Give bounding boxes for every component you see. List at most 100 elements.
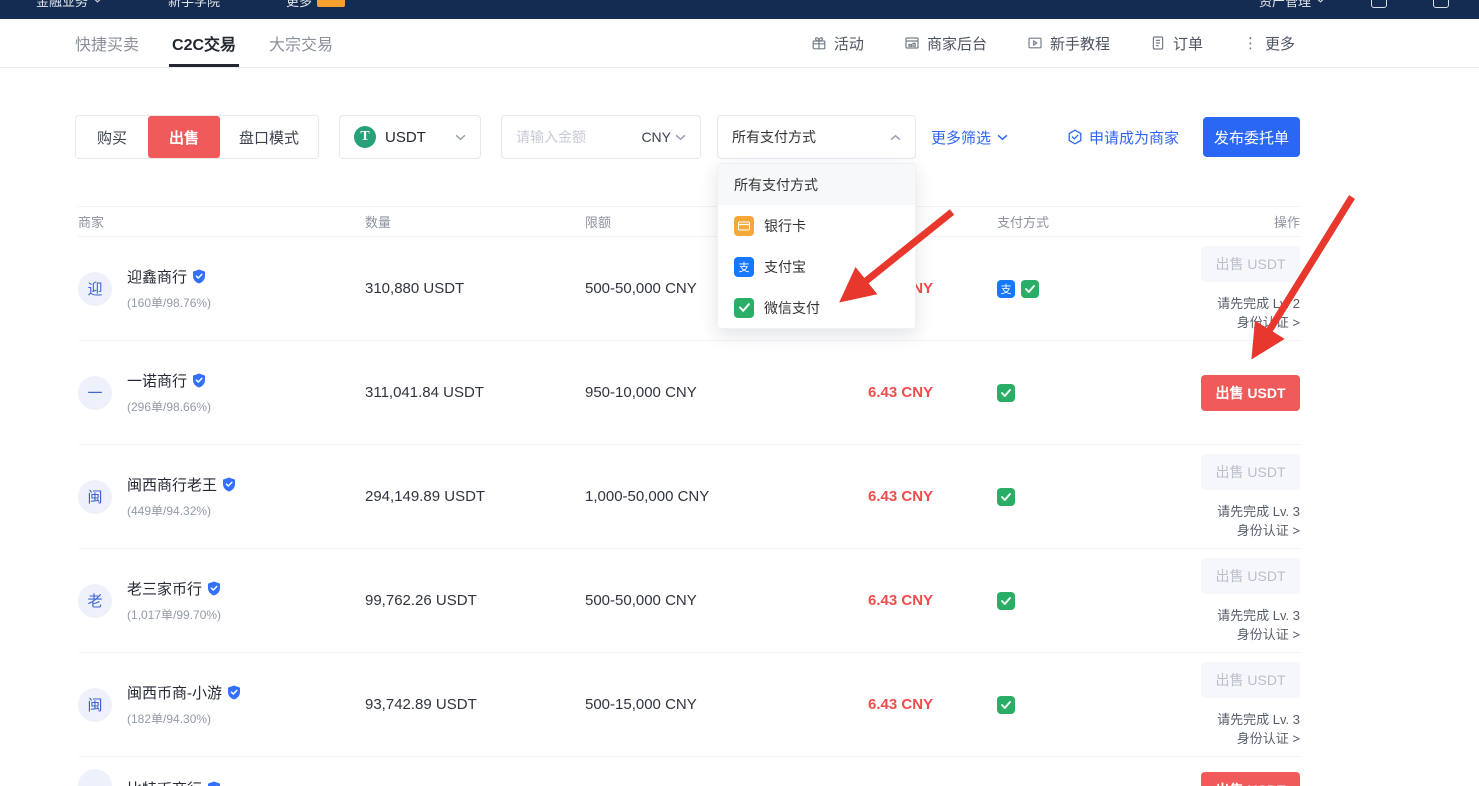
merchant-stats: (160单/98.76%): [127, 294, 211, 311]
chevron-up-icon: [890, 134, 901, 141]
verified-badge-icon: [207, 581, 221, 596]
topbar-item-academy[interactable]: 新手学院: [168, 0, 220, 10]
chevron-down-icon: [997, 134, 1008, 141]
offer-quantity: 93,742.89 USDT: [365, 696, 585, 713]
verified-badge-icon: [227, 685, 241, 700]
currency-select[interactable]: CNY: [641, 129, 686, 145]
offer-quantity: 294,149.89 USDT: [365, 488, 585, 505]
amount-input[interactable]: [516, 129, 633, 145]
topbar: 金融业务 新手学院 更多 资产管理: [0, 0, 1479, 19]
offer-quantity: 310,880 USDT: [365, 280, 585, 297]
nav-link-orders[interactable]: 订单: [1150, 33, 1203, 54]
trade-side-switch: 购买 出售 盘口模式: [75, 115, 319, 159]
offers-table: 商家 数量 限额 单价 支付方式 操作 迎 迎鑫商行 (160单/98.76%)…: [78, 206, 1300, 786]
offer-row: 老 老三家币行 (1,017单/99.70%) 99,762.26 USDT 5…: [78, 549, 1300, 653]
tab-quick-trade[interactable]: 快捷买卖: [72, 19, 142, 67]
alipay-icon: 支: [997, 280, 1015, 298]
offer-limit: 500-15,000 CNY: [585, 696, 868, 713]
merchant-stats: (449单/94.32%): [127, 502, 236, 519]
merchant-name[interactable]: 老三家币行: [127, 578, 221, 599]
merchant-avatar: 迎: [78, 272, 112, 306]
wechat-pay-icon: [997, 488, 1015, 506]
offer-quantity: 311,041.84 USDT: [365, 384, 585, 401]
sell-tab[interactable]: 出售: [148, 116, 220, 158]
tab-c2c-trade[interactable]: C2C交易: [169, 19, 239, 67]
payment-method-dropdown: 所有支付方式 银行卡 支 支付宝 微信支付: [717, 163, 916, 329]
offer-row: 闽 闽西币商-小游 (182单/94.30%) 93,742.89 USDT 5…: [78, 653, 1300, 757]
header-merchant: 商家: [78, 212, 365, 231]
nav-link-merchant-dashboard[interactable]: 商家后台: [904, 33, 987, 54]
merchant-name[interactable]: 闽西币商-小游: [127, 682, 241, 703]
offer-price: 6.43 CNY: [868, 384, 997, 401]
merchant-avatar: 闽: [78, 480, 112, 514]
wechat-pay-icon: [734, 298, 754, 318]
coin-select[interactable]: T USDT: [339, 115, 481, 159]
wechat-pay-icon: [1021, 280, 1039, 298]
nav-link-activity[interactable]: 活动: [811, 33, 864, 54]
verified-badge-icon: [222, 477, 236, 492]
merchant-name[interactable]: 比特币商行: [127, 778, 221, 786]
merchant-name[interactable]: 迎鑫商行: [127, 266, 211, 287]
verified-badge-icon: [207, 781, 221, 786]
filter-bar: 购买 出售 盘口模式 T USDT CNY 所有支付方式 更多筛选 申请成为商家…: [75, 115, 1300, 159]
order-document-icon: [1150, 35, 1166, 51]
orderbook-mode-tab[interactable]: 盘口模式: [220, 116, 318, 158]
post-order-button[interactable]: 发布委托单: [1203, 117, 1300, 157]
hot-badge: [317, 0, 345, 7]
offer-quantity: 99,762.26 USDT: [365, 592, 585, 609]
tab-block-trade[interactable]: 大宗交易: [266, 19, 336, 67]
buy-tab[interactable]: 购买: [76, 116, 148, 158]
offer-row: 闽 闽西商行老王 (449单/94.32%) 294,149.89 USDT 1…: [78, 445, 1300, 549]
merchant-name[interactable]: 闽西商行老王: [127, 474, 236, 495]
offer-limit: 500-50,000 CNY: [585, 592, 868, 609]
apply-merchant-link[interactable]: 申请成为商家: [1067, 127, 1179, 148]
sell-usdt-button[interactable]: 出售 USDT: [1201, 375, 1300, 411]
kyc-note-link[interactable]: 请先完成 Lv. 3 身份认证 >: [1201, 709, 1300, 747]
merchant-stats: (296单/98.66%): [127, 398, 211, 415]
usdt-icon: T: [354, 126, 376, 148]
profile-icon[interactable]: [1371, 0, 1387, 8]
offer-price: 6.43 CNY: [868, 488, 997, 505]
kyc-note-link[interactable]: 请先完成 Lv. 3 身份认证 >: [1201, 605, 1300, 643]
merchant-stats: (182单/94.30%): [127, 710, 241, 727]
offer-limit: 950-10,000 CNY: [585, 384, 868, 401]
topbar-item-assets[interactable]: 资产管理: [1259, 0, 1325, 10]
amount-filter: CNY: [501, 115, 701, 159]
sell-usdt-button[interactable]: 出售 USDT: [1201, 454, 1300, 490]
verified-badge-icon: [192, 269, 206, 284]
offer-price: 6.43 CNY: [868, 592, 997, 609]
merchant-avatar: 一: [78, 376, 112, 410]
merchant-name[interactable]: 一诺商行: [127, 370, 211, 391]
offer-row-partial: 比特币商行 出售 USDT: [78, 757, 1300, 786]
chevron-down-icon: [455, 134, 466, 141]
kyc-note-link[interactable]: 请先完成 Lv. 3 身份认证 >: [1201, 501, 1300, 539]
c2c-nav: 快捷买卖 C2C交易 大宗交易 活动 商家后台 新手教程 订单 ⋮ 更多: [0, 19, 1479, 68]
merchant-stats: (1,017单/99.70%): [127, 606, 221, 623]
orders-icon[interactable]: [1433, 0, 1449, 8]
table-header: 商家 数量 限额 单价 支付方式 操作: [78, 206, 1300, 237]
sell-usdt-button[interactable]: 出售 USDT: [1201, 558, 1300, 594]
dropdown-option-alipay[interactable]: 支 支付宝: [718, 246, 915, 287]
wechat-pay-icon: [997, 592, 1015, 610]
offer-row: 迎 迎鑫商行 (160单/98.76%) 310,880 USDT 500-50…: [78, 237, 1300, 341]
kyc-note-link[interactable]: 请先完成 Lv. 2 身份认证 >: [1201, 293, 1300, 331]
dropdown-option-bankcard[interactable]: 银行卡: [718, 205, 915, 246]
topbar-item-more[interactable]: 更多: [286, 0, 345, 10]
wechat-pay-icon: [997, 384, 1015, 402]
payment-method-select[interactable]: 所有支付方式: [717, 115, 916, 159]
dropdown-option-all-payments[interactable]: 所有支付方式: [718, 164, 915, 205]
merchant-avatar: 老: [78, 584, 112, 618]
header-action: 操作: [1201, 212, 1300, 231]
verified-badge-outline-icon: [1067, 129, 1083, 145]
header-quantity: 数量: [365, 212, 585, 231]
nav-link-tutorial[interactable]: 新手教程: [1027, 33, 1110, 54]
nav-link-more[interactable]: ⋮ 更多: [1243, 33, 1295, 54]
topbar-item-finance[interactable]: 金融业务: [36, 0, 102, 10]
merchant-dashboard-icon: [904, 35, 920, 51]
sell-usdt-button[interactable]: 出售 USDT: [1201, 662, 1300, 698]
more-filters-link[interactable]: 更多筛选: [931, 127, 1008, 148]
sell-usdt-button[interactable]: 出售 USDT: [1201, 772, 1300, 786]
sell-usdt-button[interactable]: 出售 USDT: [1201, 246, 1300, 282]
merchant-avatar: 闽: [78, 688, 112, 722]
dropdown-option-wechat-pay[interactable]: 微信支付: [718, 287, 915, 328]
